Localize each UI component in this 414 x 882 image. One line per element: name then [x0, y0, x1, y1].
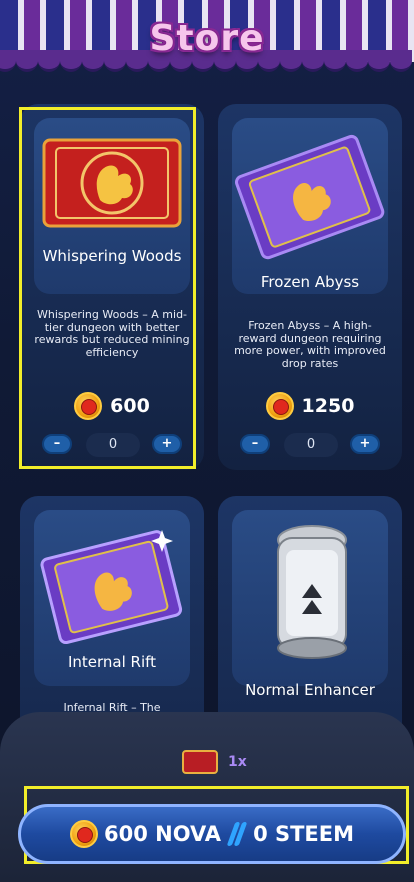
enhancer-canister-icon [277, 525, 347, 659]
item-price: 1250 [301, 395, 355, 417]
cart-summary: 1x [182, 750, 247, 774]
cart-ticket-icon [182, 750, 218, 774]
decrease-quantity-button[interactable]: – [240, 434, 270, 454]
item-name: Normal Enhancer [245, 681, 375, 699]
cart-count: 1x [228, 754, 247, 770]
item-art-frame [34, 118, 190, 294]
page-title: Store [149, 18, 265, 59]
item-description: Frozen Abyss – A high-reward dungeon req… [234, 319, 386, 370]
item-name: Frozen Abyss [260, 273, 360, 291]
store-awning: Store [0, 0, 414, 80]
nova-coin-icon [74, 392, 103, 420]
item-name: Internal Rift [67, 653, 157, 671]
item-price: 600 [110, 395, 150, 417]
buy-button[interactable]: 600 NOVA 0 STEEM [18, 804, 406, 864]
red-dragon-ticket-icon [42, 138, 182, 228]
nova-coin-icon [265, 392, 294, 420]
steem-icon [226, 820, 248, 848]
quantity-stepper: – 0 + [42, 433, 182, 457]
decrease-quantity-button[interactable]: – [42, 434, 72, 454]
item-art-frame [232, 510, 388, 686]
quantity-stepper: – 0 + [240, 433, 380, 457]
purple-dragon-ticket-icon [235, 134, 385, 260]
item-name: Whispering Woods [42, 247, 182, 265]
store-item-whispering-woods[interactable]: Whispering Woods Whispering Woods – A mi… [20, 104, 204, 470]
quantity-value: 0 [86, 433, 140, 457]
quantity-value: 0 [284, 433, 338, 457]
nova-total: 600 NOVA [103, 822, 222, 846]
steem-total: 0 STEEM [253, 822, 355, 846]
price-row: 1250 [218, 392, 402, 420]
store-page: Store Whispering Woods Whispering Woods … [0, 0, 414, 882]
nova-coin-icon [69, 820, 98, 848]
item-description: Whispering Woods – A mid-tier dungeon wi… [34, 308, 190, 359]
increase-quantity-button[interactable]: + [152, 434, 182, 454]
price-row: 600 [20, 392, 204, 420]
increase-quantity-button[interactable]: + [350, 434, 380, 454]
item-art-frame [232, 118, 388, 294]
store-item-frozen-abyss[interactable]: Frozen Abyss Frozen Abyss – A high-rewar… [218, 104, 402, 470]
